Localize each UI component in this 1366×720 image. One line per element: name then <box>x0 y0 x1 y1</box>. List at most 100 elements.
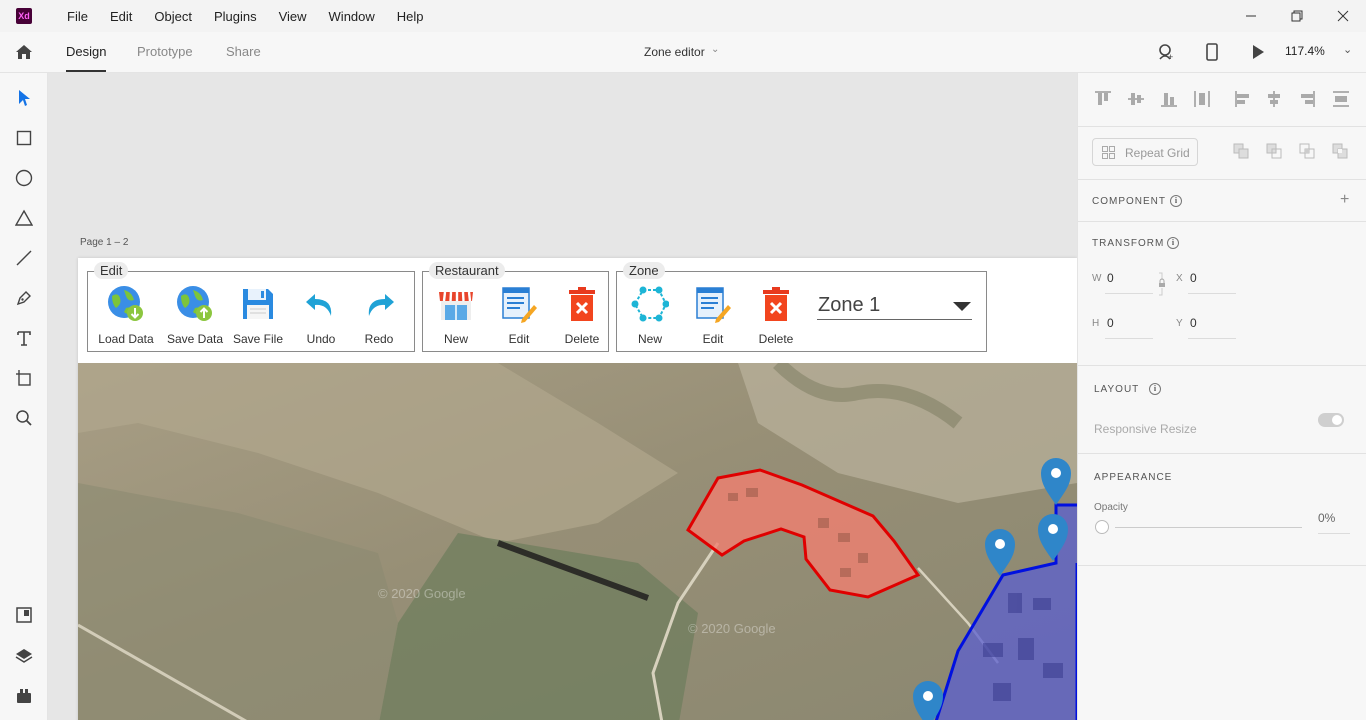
y-field[interactable]: 0 <box>1190 316 1197 330</box>
new-zone-label: New <box>637 332 662 346</box>
tab-design[interactable]: Design <box>66 44 106 59</box>
edit-document-icon <box>693 284 733 324</box>
delete-restaurant-button[interactable]: Delete <box>551 284 613 346</box>
zoom-tool-icon[interactable] <box>14 408 34 428</box>
x-field[interactable]: 0 <box>1190 271 1197 285</box>
minimize-button[interactable] <box>1228 0 1274 32</box>
repeat-grid-section: Repeat Grid <box>1078 127 1366 180</box>
zone-dropdown[interactable]: Zone 1 <box>817 294 972 320</box>
chevron-down-icon[interactable]: ⌄ <box>711 44 719 55</box>
distribute-horizontal-icon[interactable] <box>1193 90 1211 108</box>
property-inspector: Repeat Grid COMPONENT i + TRANSFORM i W … <box>1077 73 1366 720</box>
artboard-tool-icon[interactable] <box>14 368 34 388</box>
menu-object[interactable]: Object <box>143 9 203 24</box>
edit-group-title: Edit <box>94 262 129 279</box>
align-top-icon[interactable] <box>1094 90 1112 108</box>
svg-text:+: + <box>1168 52 1173 61</box>
save-data-button[interactable]: Save Data <box>164 284 226 346</box>
tab-prototype[interactable]: Prototype <box>137 44 193 59</box>
select-tool-icon[interactable] <box>14 88 34 108</box>
new-zone-button[interactable]: New <box>619 284 681 346</box>
align-bottom-icon[interactable] <box>1160 90 1178 108</box>
boolean-exclude-icon[interactable] <box>1332 143 1348 159</box>
responsive-resize-toggle[interactable] <box>1318 413 1344 427</box>
document-title[interactable]: Zone editor <box>644 45 705 59</box>
y-underline <box>1188 338 1236 339</box>
zone-dropdown-value: Zone 1 <box>818 294 881 316</box>
menu-view[interactable]: View <box>268 9 318 24</box>
close-button[interactable] <box>1320 0 1366 32</box>
device-preview-icon[interactable] <box>1202 42 1222 62</box>
align-left-icon[interactable] <box>1234 90 1252 108</box>
ellipse-tool-icon[interactable] <box>14 168 34 188</box>
height-field[interactable]: 0 <box>1107 316 1114 330</box>
menu-help[interactable]: Help <box>386 9 435 24</box>
component-section: COMPONENT i + <box>1078 180 1366 222</box>
xd-logo: Xd <box>16 8 32 24</box>
tab-share[interactable]: Share <box>226 44 261 59</box>
edit-zone-button[interactable]: Edit <box>682 284 744 346</box>
new-restaurant-button[interactable]: New <box>425 284 487 346</box>
menu-window[interactable]: Window <box>318 9 386 24</box>
align-right-icon[interactable] <box>1298 90 1316 108</box>
home-icon[interactable] <box>14 42 34 62</box>
load-data-label: Load Data <box>98 332 154 346</box>
rectangle-tool-icon[interactable] <box>14 128 34 148</box>
repeat-grid-label: Repeat Grid <box>1125 146 1190 160</box>
boolean-add-icon[interactable] <box>1233 143 1249 159</box>
align-center-icon[interactable] <box>1265 90 1283 108</box>
info-icon[interactable]: i <box>1149 383 1161 395</box>
artboard-label[interactable]: Page 1 – 2 <box>80 237 128 248</box>
restore-icon <box>1291 10 1303 22</box>
undo-button[interactable]: Undo <box>290 284 352 346</box>
add-component-icon[interactable]: + <box>1340 191 1349 209</box>
repeat-grid-button[interactable]: Repeat Grid <box>1092 138 1198 166</box>
trash-icon <box>562 284 602 324</box>
align-middle-icon[interactable] <box>1127 90 1145 108</box>
pen-tool-icon[interactable] <box>14 288 34 308</box>
text-tool-icon[interactable] <box>14 328 34 348</box>
menu-file[interactable]: File <box>56 9 99 24</box>
zone-group: Zone New Edit Delete Zone 1 <box>616 262 987 352</box>
distribute-vertical-icon[interactable] <box>1332 90 1350 108</box>
opacity-value[interactable]: 0% <box>1318 511 1335 525</box>
opacity-slider-knob[interactable] <box>1095 520 1109 534</box>
boolean-intersect-icon[interactable] <box>1299 143 1315 159</box>
menu-bar: Xd File Edit Object Plugins View Window … <box>0 0 1366 32</box>
polygon-nodes-icon <box>630 284 670 324</box>
height-label: H <box>1092 318 1100 329</box>
redo-button[interactable]: Redo <box>348 284 410 346</box>
line-tool-icon[interactable] <box>14 248 34 268</box>
close-icon <box>1337 10 1349 22</box>
info-icon[interactable]: i <box>1170 195 1182 207</box>
invite-user-icon[interactable]: + <box>1156 42 1176 62</box>
satellite-map[interactable]: © 2020 Google © 2020 Google <box>78 363 1077 720</box>
zoom-level[interactable]: 117.4% <box>1285 44 1325 58</box>
load-data-button[interactable]: Load Data <box>95 284 157 346</box>
design-canvas[interactable]: Page 1 – 2 Edit Load Data Save Data Save… <box>48 73 1077 720</box>
width-field[interactable]: 0 <box>1107 271 1114 285</box>
zoom-chevron-down-icon[interactable]: ⌄ <box>1343 43 1352 56</box>
play-icon[interactable] <box>1248 42 1268 62</box>
edit-restaurant-button[interactable]: Edit <box>488 284 550 346</box>
menu-plugins[interactable]: Plugins <box>203 9 268 24</box>
boolean-subtract-icon[interactable] <box>1266 143 1282 159</box>
info-icon[interactable]: i <box>1167 237 1179 249</box>
transform-title: TRANSFORM <box>1092 238 1165 249</box>
edit-restaurant-label: Edit <box>508 332 530 346</box>
menu-edit[interactable]: Edit <box>99 9 143 24</box>
opacity-underline <box>1318 533 1350 534</box>
lock-aspect-icon[interactable] <box>1157 272 1167 296</box>
plugins-icon[interactable] <box>14 686 34 706</box>
restore-button[interactable] <box>1274 0 1320 32</box>
assets-icon[interactable] <box>14 605 34 625</box>
minimize-icon <box>1246 15 1256 17</box>
restaurant-group: Restaurant New Edit Delete <box>422 262 609 352</box>
opacity-slider-track[interactable] <box>1115 527 1302 528</box>
map-watermark-2: © 2020 Google <box>688 621 776 636</box>
artboard[interactable]: Edit Load Data Save Data Save File Undo … <box>78 258 1077 720</box>
delete-zone-button[interactable]: Delete <box>745 284 807 346</box>
polygon-tool-icon[interactable] <box>14 208 34 228</box>
layers-icon[interactable] <box>14 646 34 666</box>
save-file-button[interactable]: Save File <box>227 284 289 346</box>
